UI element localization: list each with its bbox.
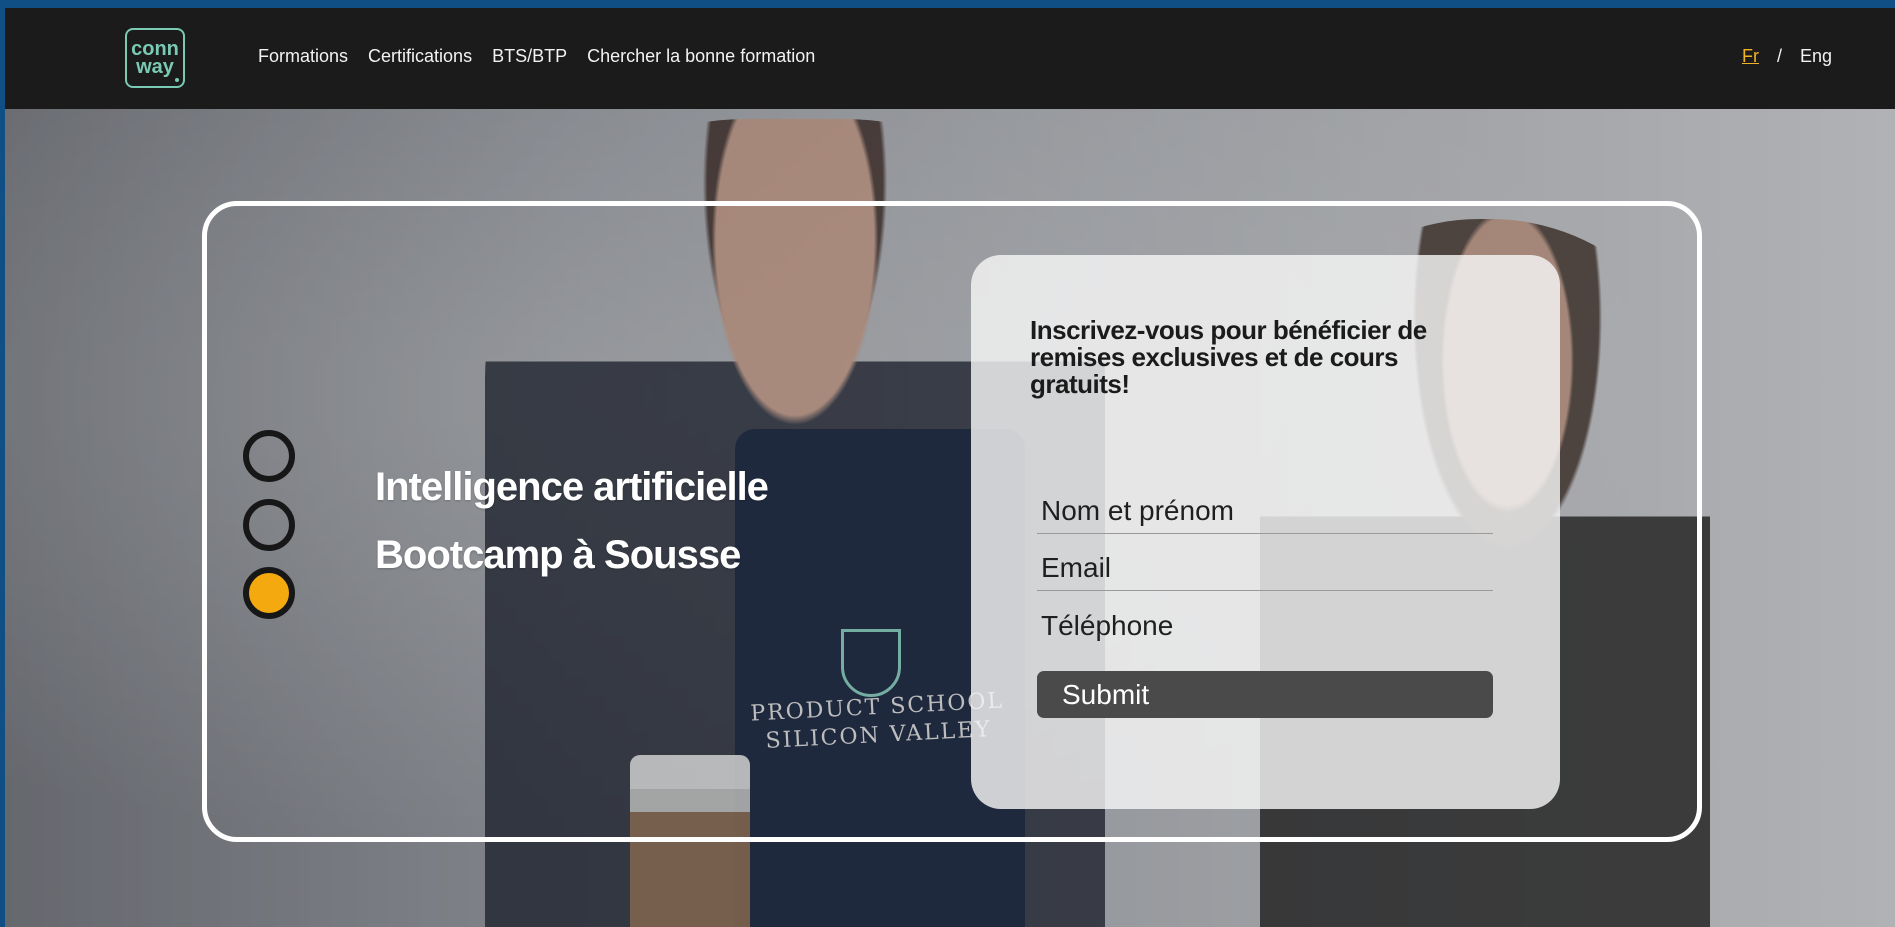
connway-logo[interactable]: conn way [125,28,185,88]
nav-link-bts-btp[interactable]: BTS/BTP [492,46,567,67]
signup-form-card: Inscrivez-vous pour bénéficier de remise… [971,255,1560,809]
phone-field[interactable] [1037,603,1493,649]
browser-window: conn way Formations Certifications BTS/B… [5,8,1895,927]
lang-en-link[interactable]: Eng [1800,46,1832,67]
lang-separator: / [1776,46,1782,66]
slide-dots [243,430,301,640]
main-nav: Formations Certifications BTS/BTP Cherch… [258,46,815,67]
hero-title: Intelligence artificielle Bootcamp à Sou… [375,453,769,589]
logo-text-line2: way [136,56,174,78]
email-field[interactable] [1037,545,1493,591]
language-switcher: Fr / Eng [1742,46,1832,67]
nav-link-certifications[interactable]: Certifications [368,46,472,67]
name-field[interactable] [1037,488,1493,534]
lang-fr-link[interactable]: Fr [1742,46,1759,67]
top-navbar: conn way Formations Certifications BTS/B… [5,8,1895,109]
slide-dot-1[interactable] [243,430,295,482]
slide-dot-3[interactable] [243,567,295,619]
submit-button[interactable]: Submit [1037,671,1493,718]
nav-link-find-training[interactable]: Chercher la bonne formation [587,46,815,67]
nav-link-formations[interactable]: Formations [258,46,348,67]
hero-title-line1: Intelligence artificielle [375,465,769,509]
logo-dot-icon [175,78,179,82]
slide-dot-2[interactable] [243,499,295,551]
signup-form-title: Inscrivez-vous pour bénéficier de remise… [1030,315,1427,399]
hero-title-line2: Bootcamp à Sousse [375,533,741,577]
